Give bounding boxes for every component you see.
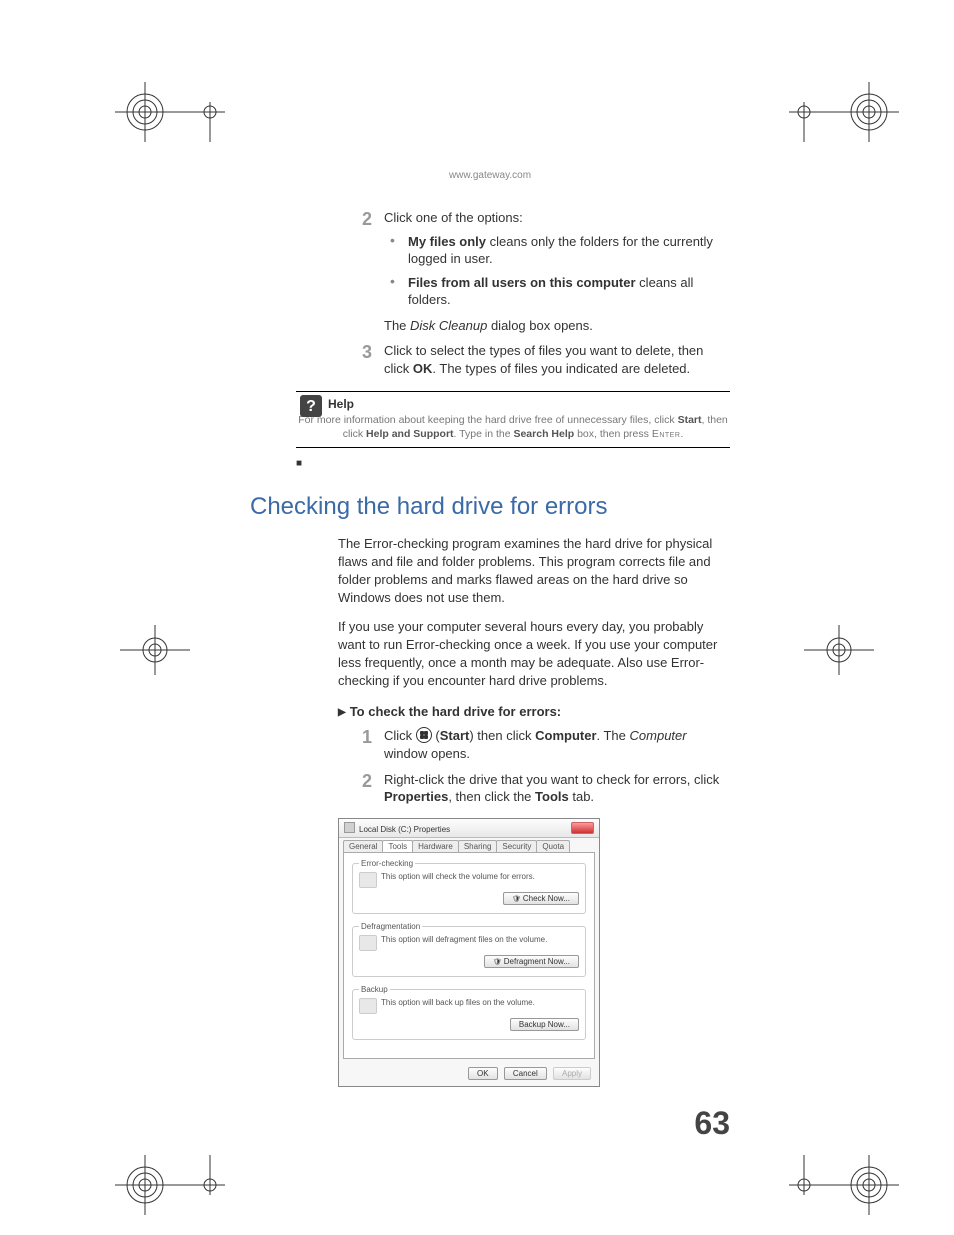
crop-mark-icon xyxy=(779,82,899,152)
help-title: Help xyxy=(328,396,730,412)
paragraph: If you use your computer several hours e… xyxy=(338,618,730,691)
close-icon[interactable] xyxy=(571,822,594,834)
bullet-icon: • xyxy=(384,233,408,268)
tab-quota[interactable]: Quota xyxy=(536,840,570,852)
help-icon: ? xyxy=(300,395,322,417)
check-disk-icon xyxy=(359,872,377,888)
backup-icon xyxy=(359,998,377,1014)
tab-security[interactable]: Security xyxy=(496,840,537,852)
tab-sharing[interactable]: Sharing xyxy=(458,840,498,852)
crop-mark-icon xyxy=(115,620,195,680)
bullet-item: • Files from all users on this computer … xyxy=(384,274,730,309)
step-number: 1 xyxy=(338,727,384,762)
dialog-tabs: General Tools Hardware Sharing Security … xyxy=(339,838,599,852)
backup-now-button[interactable]: Backup Now... xyxy=(510,1018,579,1031)
bullet-icon: • xyxy=(384,274,408,309)
tab-hardware[interactable]: Hardware xyxy=(412,840,459,852)
section-end-icon: ■ xyxy=(296,458,730,469)
triangle-icon: ▶ xyxy=(338,707,346,718)
defrag-icon xyxy=(359,935,377,951)
section-heading: Checking the hard drive for errors xyxy=(250,493,730,521)
step-text: Click one of the options: xyxy=(384,209,730,227)
step-number: 3 xyxy=(338,342,384,377)
crop-mark-icon xyxy=(779,1145,899,1215)
group-error-checking: Error-checking This option will check th… xyxy=(352,859,586,914)
check-step-1: 1 Click (Start) then click Computer. The… xyxy=(338,727,730,762)
dialog-title: Local Disk (C:) Properties xyxy=(359,825,450,834)
cancel-button[interactable]: Cancel xyxy=(504,1067,547,1080)
check-now-button[interactable]: Check Now... xyxy=(503,892,579,905)
drive-icon xyxy=(344,822,355,833)
crop-mark-icon xyxy=(799,620,879,680)
step-2: 2 Click one of the options: • My files o… xyxy=(338,209,730,334)
tab-general[interactable]: General xyxy=(343,840,383,852)
step-number: 2 xyxy=(338,209,384,334)
properties-dialog: Local Disk (C:) Properties General Tools… xyxy=(338,818,600,1087)
tab-tools[interactable]: Tools xyxy=(382,840,413,852)
page-number: 63 xyxy=(694,1105,730,1142)
help-body: For more information about keeping the h… xyxy=(298,414,728,440)
apply-button[interactable]: Apply xyxy=(553,1067,591,1080)
check-step-2: 2 Right-click the drive that you want to… xyxy=(338,771,730,806)
paragraph: The Error-checking program examines the … xyxy=(338,535,730,608)
procedure-heading: ▶To check the hard drive for errors: xyxy=(338,704,730,719)
crop-mark-icon xyxy=(115,82,235,152)
start-orb-icon xyxy=(416,727,432,743)
help-box: ? Help For more information about keepin… xyxy=(296,391,730,448)
ok-button[interactable]: OK xyxy=(468,1067,498,1080)
step-number: 2 xyxy=(338,771,384,806)
dialog-footer: OK Cancel Apply xyxy=(339,1063,599,1086)
dialog-titlebar: Local Disk (C:) Properties xyxy=(339,819,599,838)
group-defragmentation: Defragmentation This option will defragm… xyxy=(352,922,586,977)
header-url: www.gateway.com xyxy=(250,170,730,181)
defragment-now-button[interactable]: Defragment Now... xyxy=(484,955,579,968)
crop-mark-icon xyxy=(115,1145,235,1215)
bullet-item: • My files only cleans only the folders … xyxy=(384,233,730,268)
step-3: 3 Click to select the types of files you… xyxy=(338,342,730,377)
group-backup: Backup This option will back up files on… xyxy=(352,985,586,1040)
step-followup: The Disk Cleanup dialog box opens. xyxy=(384,317,730,335)
